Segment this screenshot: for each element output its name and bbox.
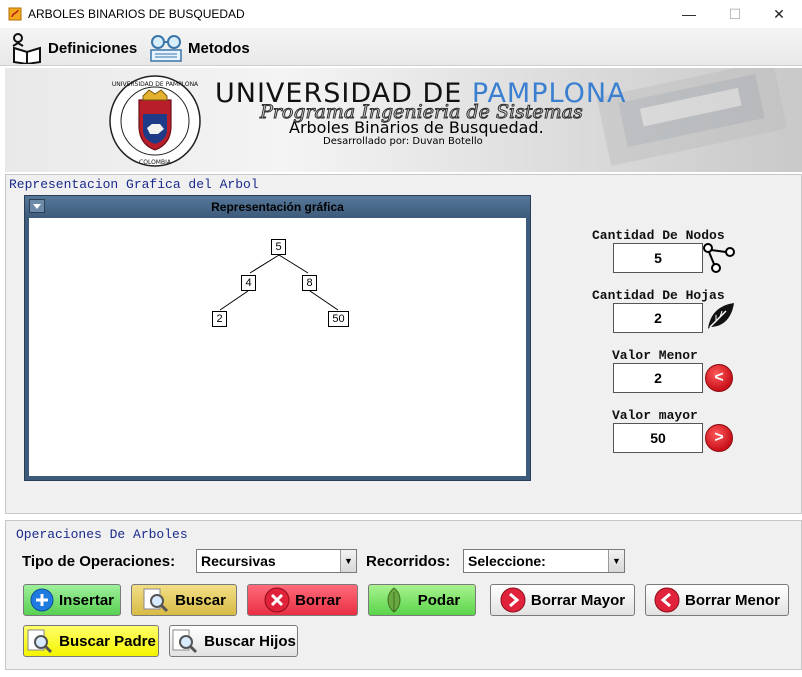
search-button[interactable]: Buscar — [131, 584, 237, 616]
graph-frame-title: Representación gráfica — [211, 200, 344, 214]
operation-type-label: Tipo de Operaciones: — [22, 553, 176, 570]
nodes-count-value: 5 — [613, 243, 703, 273]
traversal-value: Seleccione: — [468, 553, 546, 569]
min-arrow-icon: < — [705, 364, 733, 392]
menu-definiciones-label: Definiciones — [48, 39, 138, 57]
operation-type-select[interactable]: Recursivas ▼ — [196, 549, 357, 573]
chevron-left-icon — [654, 587, 680, 613]
graph-panel-title: Representacion Grafica del Arbol — [9, 177, 259, 192]
traversal-select[interactable]: Seleccione: ▼ — [463, 549, 625, 573]
search-icon — [27, 629, 53, 654]
tree-edges — [219, 254, 339, 311]
prune-button-label: Podar — [417, 591, 461, 609]
max-value: 50 — [613, 423, 703, 453]
node-graph-icon — [703, 243, 735, 273]
traversal-label: Recorridos: — [366, 553, 451, 570]
search-children-button-label: Buscar Hijos — [204, 632, 296, 650]
operations-panel-title: Operaciones De Arboles — [16, 527, 188, 542]
title-bar: ARBOLES BINARIOS DE BUSQUEDAD — ☐ ✕ — [0, 0, 802, 28]
delete-max-button[interactable]: Borrar Mayor — [490, 584, 635, 616]
delete-button[interactable]: Borrar — [247, 584, 358, 616]
tree-node-right: 8 — [302, 275, 317, 291]
crest-bottom-text: COLOMBIA — [139, 159, 172, 166]
max-arrow-icon: > — [705, 424, 733, 452]
search-parent-button-label: Buscar Padre — [59, 632, 156, 650]
search-parent-button[interactable]: Buscar Padre — [23, 625, 159, 657]
min-value: 2 — [613, 363, 703, 393]
menu-bar: Definiciones Metodos — [0, 28, 802, 66]
search-icon — [172, 629, 198, 654]
menu-definiciones[interactable]: Definiciones — [10, 32, 137, 64]
nodes-count-label: Cantidad De Nodos — [592, 228, 725, 243]
close-button[interactable]: ✕ — [756, 0, 802, 28]
chevron-down-icon[interactable]: ▼ — [608, 550, 624, 572]
tree-node-left: 4 — [241, 275, 256, 291]
close-icon — [264, 587, 290, 613]
max-value-label: Valor mayor — [612, 408, 698, 423]
chevron-down-icon[interactable]: ▼ — [340, 550, 356, 572]
search-children-button[interactable]: Buscar Hijos — [169, 625, 298, 657]
leaf-icon — [708, 303, 734, 329]
menu-metodos-label: Metodos — [188, 39, 250, 57]
developer-credit: Desarrollado por: Duvan Botello — [323, 136, 483, 147]
tree-canvas: 5 4 8 2 50 — [29, 218, 526, 476]
min-value-label: Valor Menor — [612, 348, 698, 363]
delete-min-button[interactable]: Borrar Menor — [645, 584, 789, 616]
book-reader-icon — [12, 33, 41, 64]
operation-type-value: Recursivas — [201, 553, 276, 569]
graph-internal-frame: Representación gráfica 5 4 8 2 50 — [24, 195, 531, 481]
university-crest: UNIVERSIDAD DE PAMPLONA COLOMBIA — [109, 75, 201, 167]
insert-button-label: Insertar — [58, 591, 115, 609]
search-button-label: Buscar — [175, 591, 226, 609]
window-title: ARBOLES BINARIOS DE BUSQUEDAD — [28, 7, 245, 21]
menu-metodos[interactable]: Metodos — [148, 32, 250, 64]
maximize-button[interactable]: ☐ — [712, 0, 758, 28]
delete-max-button-label: Borrar Mayor — [530, 591, 626, 609]
delete-min-button-label: Borrar Menor — [684, 591, 781, 609]
leaves-count-value: 2 — [613, 303, 703, 333]
search-icon — [143, 588, 169, 613]
plus-icon — [30, 588, 54, 612]
java-app-icon — [8, 7, 22, 21]
app-subtitle: Arboles Binarios de Busquedad. — [289, 118, 544, 137]
delete-button-label: Borrar — [295, 591, 341, 609]
graph-frame-header: Representación gráfica — [25, 196, 530, 218]
chevron-right-icon — [500, 587, 526, 613]
university-banner: UNIVERSIDAD DE PAMPLONA COLOMBIA UNIVERS… — [5, 68, 802, 172]
tree-node-root: 5 — [271, 239, 286, 255]
insert-button[interactable]: Insertar — [23, 584, 121, 616]
leaf-icon — [387, 587, 401, 613]
tree-node-right-right: 50 — [328, 311, 349, 327]
minimize-button[interactable]: — — [666, 0, 712, 28]
glasses-book-icon — [150, 35, 182, 62]
tree-node-left-left: 2 — [212, 311, 227, 327]
crest-text: UNIVERSIDAD DE PAMPLONA — [112, 81, 199, 88]
prune-button[interactable]: Podar — [368, 584, 476, 616]
